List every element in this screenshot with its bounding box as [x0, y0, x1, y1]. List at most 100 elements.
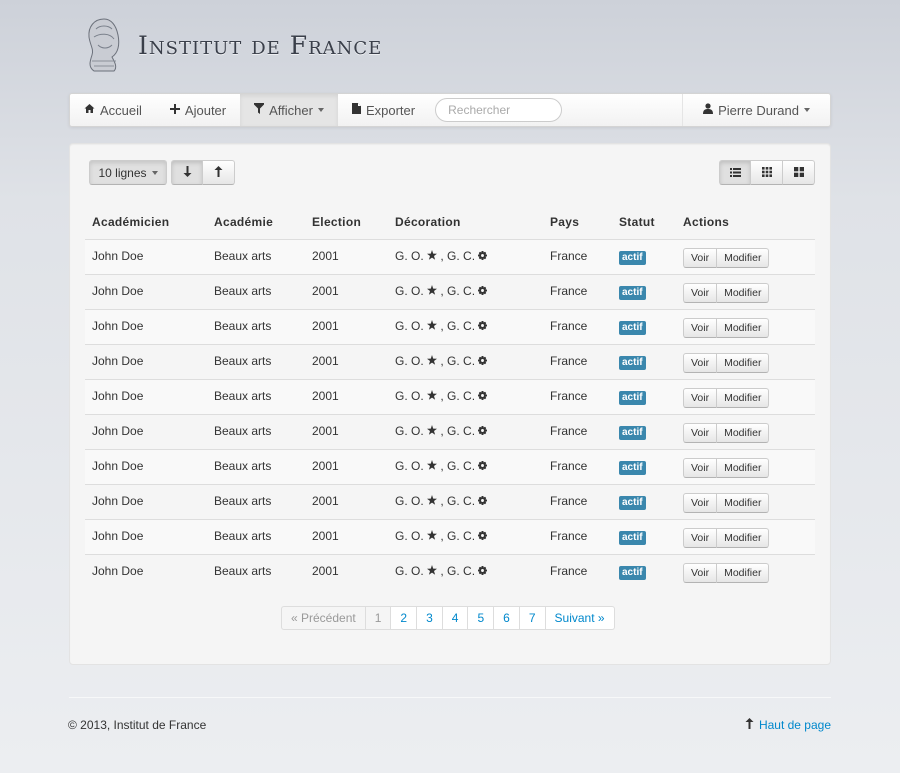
star-icon	[427, 389, 438, 403]
gear-icon	[478, 425, 488, 438]
cell-academie: Beaux arts	[207, 413, 305, 449]
gear-icon	[478, 460, 488, 473]
star-icon	[427, 529, 438, 543]
edit-button[interactable]: Modifier	[717, 527, 770, 548]
back-to-top-link[interactable]: Haut de page	[745, 718, 831, 732]
cell-academicien: John Doe	[85, 378, 207, 414]
pagination-next[interactable]: Suivant »	[545, 606, 615, 630]
table-row: John Doe Beaux arts 2001 G. O. , G. C. F…	[85, 413, 815, 449]
table-row: John Doe Beaux arts 2001 G. O. , G. C. F…	[85, 553, 815, 589]
cell-election: 2001	[305, 378, 388, 414]
column-header[interactable]: Pays	[543, 206, 612, 240]
chevron-down-icon	[804, 108, 810, 112]
view-button[interactable]: Voir	[683, 457, 718, 478]
table-row: John Doe Beaux arts 2001 G. O. , G. C. F…	[85, 483, 815, 519]
edit-button[interactable]: Modifier	[717, 352, 770, 373]
status-badge: actif	[619, 320, 646, 335]
tiles-view-button[interactable]	[783, 160, 815, 185]
copyright: © 2013, Institut de France	[68, 718, 207, 732]
nav-afficher-label: Afficher	[269, 102, 313, 118]
view-button[interactable]: Voir	[683, 562, 718, 583]
pagination-page[interactable]: 4	[442, 606, 469, 630]
view-button[interactable]: Voir	[683, 492, 718, 513]
view-button[interactable]: Voir	[683, 282, 718, 303]
edit-button[interactable]: Modifier	[717, 562, 770, 583]
edit-button[interactable]: Modifier	[717, 282, 770, 303]
nav-afficher[interactable]: Afficher	[240, 94, 338, 126]
table-row: John Doe Beaux arts 2001 G. O. , G. C. F…	[85, 378, 815, 414]
column-header[interactable]: Election	[305, 206, 388, 240]
grid-view-button[interactable]	[751, 160, 783, 185]
cell-decoration: G. O. , G. C.	[388, 238, 543, 274]
cell-statut: actif	[612, 413, 676, 449]
home-icon	[84, 103, 95, 117]
nav-accueil[interactable]: Accueil	[70, 94, 156, 126]
edit-button[interactable]: Modifier	[717, 317, 770, 338]
nav-ajouter[interactable]: Ajouter	[156, 94, 240, 126]
status-badge: actif	[619, 460, 646, 475]
cell-actions: Voir Modifier	[676, 413, 815, 449]
edit-button[interactable]: Modifier	[717, 492, 770, 513]
search-input[interactable]	[435, 98, 563, 122]
cell-election: 2001	[305, 518, 388, 554]
cell-actions: Voir Modifier	[676, 518, 815, 554]
edit-button[interactable]: Modifier	[717, 387, 770, 408]
cell-actions: Voir Modifier	[676, 378, 815, 414]
site-header: Institut de France	[84, 14, 382, 76]
view-button[interactable]: Voir	[683, 247, 718, 268]
pagination: « Précédent 1 2 3 4 5 6 7 Suivant »	[281, 606, 615, 630]
star-icon	[427, 249, 438, 263]
decoration-grade: , G. C.	[440, 458, 476, 473]
cell-decoration: G. O. , G. C.	[388, 378, 543, 414]
decoration-grade: G. O.	[395, 493, 424, 508]
list-view-button[interactable]	[719, 160, 751, 185]
pagination-page[interactable]: 2	[391, 606, 418, 630]
row-actions: Voir Modifier	[683, 317, 808, 338]
rows-per-page-dropdown[interactable]: 10 lignes	[89, 160, 167, 185]
pagination-page[interactable]: 6	[494, 606, 520, 630]
view-button[interactable]: Voir	[683, 387, 718, 408]
decoration-grade: , G. C.	[440, 528, 476, 543]
edit-button[interactable]: Modifier	[717, 457, 770, 478]
row-actions: Voir Modifier	[683, 422, 808, 443]
sort-desc-button[interactable]	[171, 160, 203, 185]
nav-exporter[interactable]: Exporter	[338, 94, 429, 126]
view-button[interactable]: Voir	[683, 527, 718, 548]
decoration-grade: G. O.	[395, 248, 424, 263]
cell-decoration: G. O. , G. C.	[388, 483, 543, 519]
pagination-page[interactable]: 1	[365, 606, 392, 630]
edit-button[interactable]: Modifier	[717, 247, 770, 268]
cell-decoration: G. O. , G. C.	[388, 308, 543, 344]
cell-pays: France	[543, 273, 612, 309]
view-button[interactable]: Voir	[683, 317, 718, 338]
gear-icon	[478, 355, 488, 368]
gear-icon	[478, 250, 488, 263]
pagination-page[interactable]: 3	[417, 606, 443, 630]
status-badge: actif	[619, 285, 646, 300]
cell-decoration: G. O. , G. C.	[388, 273, 543, 309]
footer-divider	[69, 697, 831, 698]
column-header[interactable]: Statut	[612, 206, 676, 240]
column-header[interactable]: Décoration	[388, 206, 543, 240]
column-header[interactable]: Académie	[207, 206, 305, 240]
column-header[interactable]: Académicien	[85, 206, 207, 240]
pagination-page[interactable]: 7	[519, 606, 546, 630]
cell-academicien: John Doe	[85, 238, 207, 274]
sort-buttons	[171, 160, 235, 185]
pagination-previous[interactable]: « Précédent	[281, 606, 366, 630]
nav-accueil-label: Accueil	[100, 102, 142, 118]
view-button[interactable]: Voir	[683, 352, 718, 373]
cell-statut: actif	[612, 378, 676, 414]
user-menu[interactable]: Pierre Durand	[682, 94, 830, 126]
edit-button[interactable]: Modifier	[717, 422, 770, 443]
decoration-grade: G. O.	[395, 563, 424, 578]
cell-pays: France	[543, 518, 612, 554]
view-button[interactable]: Voir	[683, 422, 718, 443]
brand-title[interactable]: Institut de France	[138, 31, 382, 60]
file-icon	[351, 103, 361, 117]
pagination-page[interactable]: 5	[468, 606, 495, 630]
cell-academicien: John Doe	[85, 483, 207, 519]
user-name: Pierre Durand	[718, 102, 799, 118]
sort-asc-button[interactable]	[203, 160, 235, 185]
cell-actions: Voir Modifier	[676, 483, 815, 519]
